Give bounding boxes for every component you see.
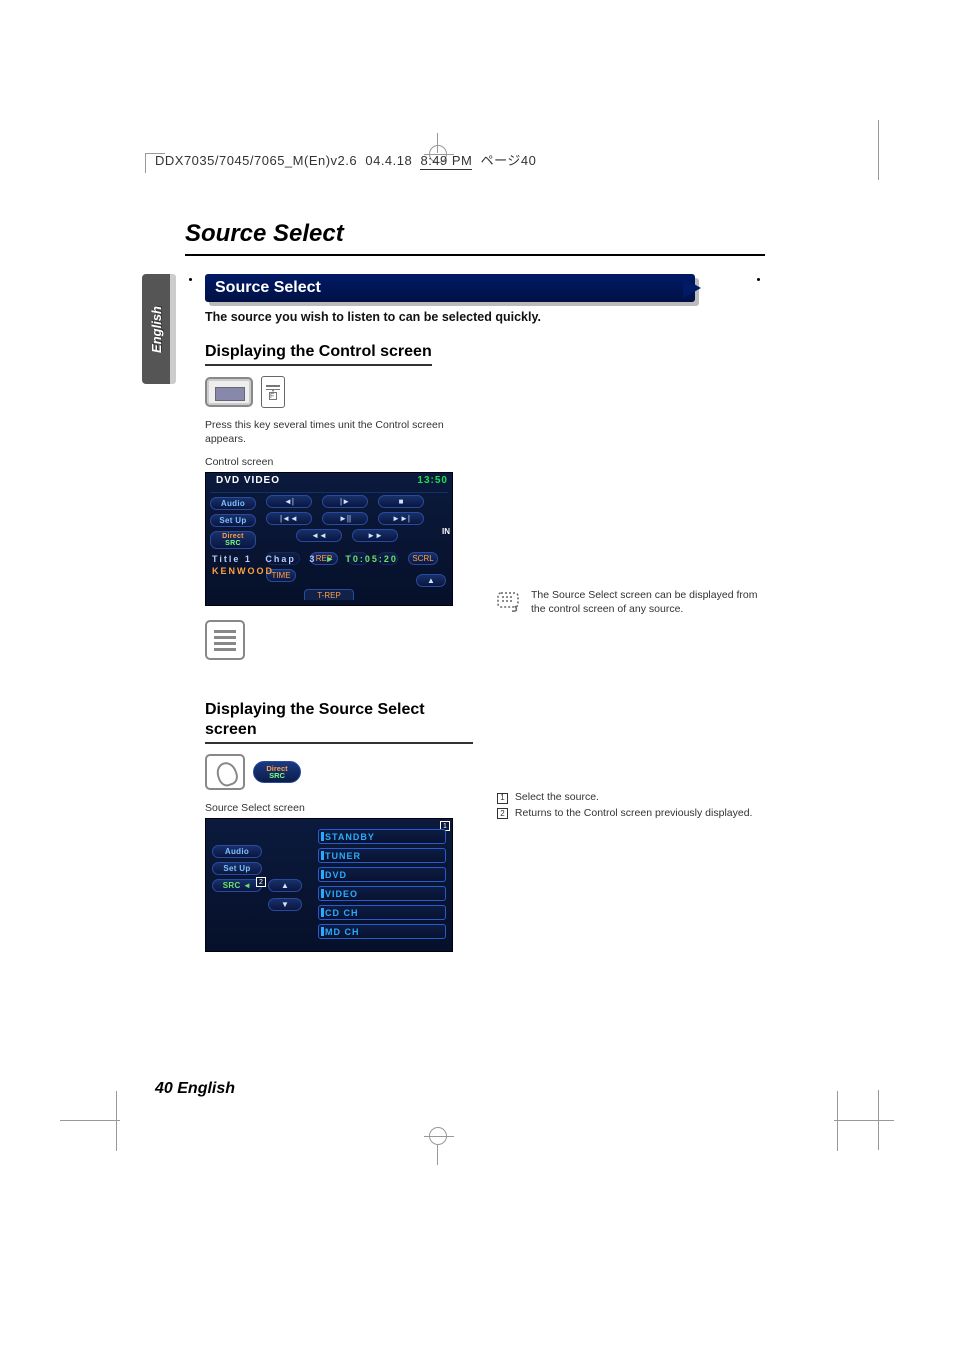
transport-step-fwd[interactable]: |► <box>322 495 368 508</box>
print-time: 8:49 PM <box>420 153 472 168</box>
crop-mark <box>878 120 879 180</box>
title-rule <box>185 254 765 256</box>
ref-num-1: 1 <box>497 793 508 804</box>
device-front-icon: •F <box>261 376 285 408</box>
src-item-standby[interactable]: STANDBY <box>318 829 446 844</box>
print-page-ref: ページ40 <box>481 153 537 168</box>
status-brand: KENWOOD <box>212 566 274 576</box>
src-down-button[interactable]: ▼ <box>268 898 302 911</box>
ref-item-2: 2 Returns to the Control screen previous… <box>497 806 765 821</box>
src-item-dvd[interactable]: DVD <box>318 867 446 882</box>
ref-text-1: Select the source. <box>515 791 599 803</box>
tag-scrl[interactable]: SCRL <box>408 552 438 565</box>
crop-mark-bl <box>60 1120 120 1140</box>
transport-playpause[interactable]: ►|| <box>322 512 368 525</box>
demo-note: The Source Select screen can be displaye… <box>497 588 765 616</box>
status-time: T0:05:20 <box>345 554 398 564</box>
ref-num-2: 2 <box>497 808 508 819</box>
intro-text: The source you wish to listen to can be … <box>205 310 765 324</box>
eject-button[interactable]: ▲ <box>416 574 446 587</box>
section-banner: Source Select <box>205 274 695 302</box>
status-title: Title 1 <box>212 554 252 564</box>
finger-touch-icon <box>205 754 245 790</box>
source-select-screen-figure: 1 Audio Set Up SRC ◄ 2 ▲ ▼ STANDBY TUNER… <box>205 818 453 952</box>
control-screen-figure: DVD VIDEO 13:50 Audio Set Up DirectSRC ◄… <box>205 472 453 606</box>
print-date: 04.4.18 <box>365 153 412 168</box>
callout-badge-2: 2 <box>256 877 266 887</box>
device-face-icon <box>205 620 245 660</box>
crop-mark <box>878 1090 879 1150</box>
print-job-header: DDX7035/7045/7065_M(En)v2.6 04.4.18 8:49… <box>155 150 536 169</box>
crop-mark-center-bot <box>427 1135 447 1155</box>
src-item-video[interactable]: VIDEO <box>318 886 446 901</box>
callout-reference-list: 1 Select the source. 2 Returns to the Co… <box>497 790 765 820</box>
sidebtn-direct-src[interactable]: DirectSRC <box>210 531 256 549</box>
transport-next[interactable]: ►►| <box>378 512 424 525</box>
status-chap-label: Chap <box>265 554 296 564</box>
section2-heading: Displaying the Source Select screen <box>205 700 473 744</box>
transport-rew[interactable]: ◄◄ <box>296 529 342 542</box>
control-screen-caption: Control screen <box>205 456 473 468</box>
footer-tab[interactable]: T-REP <box>304 589 354 600</box>
banner-arrow-icon <box>683 278 701 298</box>
ref-item-1: 1 Select the source. <box>497 790 765 805</box>
sidebtn-setup[interactable]: Set Up <box>210 514 256 527</box>
transport-stop[interactable]: ■ <box>378 495 424 508</box>
note-text: The Source Select screen can be displaye… <box>531 588 765 616</box>
src-item-tuner[interactable]: TUNER <box>318 848 446 863</box>
src-item-cdch[interactable]: CD CH <box>318 905 446 920</box>
src-sidebtn-src[interactable]: SRC ◄ <box>212 879 262 892</box>
section1-heading: Displaying the Control screen <box>205 342 432 366</box>
crop-mark-br <box>834 1120 894 1140</box>
direct-src-button[interactable]: Direct SRC <box>253 761 301 783</box>
page-number: 40 <box>155 1080 173 1097</box>
transport-prev[interactable]: |◄◄ <box>266 512 312 525</box>
source-screen-caption: Source Select screen <box>205 802 473 814</box>
physical-button-icon <box>205 377 253 407</box>
touch-button-row: Direct SRC <box>205 754 473 790</box>
language-side-tab: English <box>142 274 170 384</box>
side-tab-label: English <box>149 306 164 353</box>
in-indicator: IN <box>442 527 450 536</box>
section1-instruction: Press this key several times unit the Co… <box>205 418 473 446</box>
control-screen-clock: 13:50 <box>417 475 448 492</box>
page-footer-lang: English <box>177 1080 235 1097</box>
status-chap-num: 3 <box>309 554 316 564</box>
transport-ff[interactable]: ►► <box>352 529 398 542</box>
src-sidebtn-setup[interactable]: Set Up <box>212 862 262 875</box>
sidebtn-audio[interactable]: Audio <box>210 497 256 510</box>
status-play-icon: ► <box>325 554 336 564</box>
src-up-button[interactable]: ▲ <box>268 879 302 892</box>
control-screen-title: DVD VIDEO <box>210 475 280 492</box>
page-footer: 40 English <box>155 1080 235 1098</box>
banner-label: Source Select <box>205 274 695 302</box>
hardware-button-row: •F <box>205 376 473 408</box>
direct-src-l2: SRC <box>269 772 285 780</box>
demonstration-icon <box>497 590 523 612</box>
print-doc-name: DDX7035/7045/7065_M(En)v2.6 <box>155 153 357 168</box>
ref-text-2: Returns to the Control screen previously… <box>515 807 753 819</box>
src-sidebtn-audio[interactable]: Audio <box>212 845 262 858</box>
page-content: English Source Select Source Select The … <box>185 220 765 952</box>
transport-step-back[interactable]: ◄| <box>266 495 312 508</box>
page-title: Source Select <box>185 220 765 248</box>
src-item-mdch[interactable]: MD CH <box>318 924 446 939</box>
